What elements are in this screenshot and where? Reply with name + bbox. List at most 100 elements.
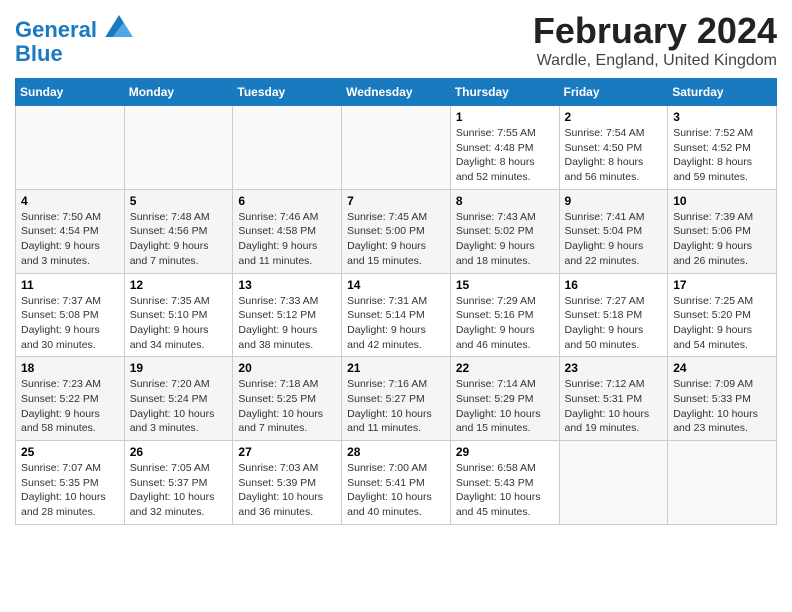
day-number: 18 bbox=[21, 361, 119, 375]
day-number: 8 bbox=[456, 194, 554, 208]
day-info: Sunrise: 7:55 AM Sunset: 4:48 PM Dayligh… bbox=[456, 126, 554, 185]
day-number: 13 bbox=[238, 278, 336, 292]
header: General Blue February 2024 Wardle, Engla… bbox=[15, 10, 777, 70]
calendar-cell: 27 Sunrise: 7:03 AM Sunset: 5:39 PM Dayli… bbox=[233, 441, 342, 525]
calendar-cell bbox=[16, 106, 125, 190]
header-tuesday: Tuesday bbox=[233, 79, 342, 106]
day-info: Sunrise: 7:05 AM Sunset: 5:37 PM Dayligh… bbox=[130, 461, 228, 520]
calendar-body: 1Sunrise: 7:55 AM Sunset: 4:48 PM Daylig… bbox=[16, 106, 777, 525]
day-info: Sunrise: 7:25 AM Sunset: 5:20 PM Dayligh… bbox=[673, 294, 771, 353]
calendar-cell: 28 Sunrise: 7:00 AM Sunset: 5:41 PM Dayli… bbox=[342, 441, 451, 525]
header-thursday: Thursday bbox=[450, 79, 559, 106]
calendar-cell: 10 Sunrise: 7:39 AM Sunset: 5:06 PM Dayli… bbox=[668, 189, 777, 273]
day-number: 5 bbox=[130, 194, 228, 208]
header-sunday: Sunday bbox=[16, 79, 125, 106]
calendar-cell: 25 Sunrise: 7:07 AM Sunset: 5:35 PM Dayli… bbox=[16, 441, 125, 525]
calendar-cell: 13 Sunrise: 7:33 AM Sunset: 5:12 PM Dayli… bbox=[233, 273, 342, 357]
header-row: Sunday Monday Tuesday Wednesday Thursday… bbox=[16, 79, 777, 106]
day-info: Sunrise: 7:39 AM Sunset: 5:06 PM Dayligh… bbox=[673, 210, 771, 269]
day-number: 25 bbox=[21, 445, 119, 459]
day-number: 2 bbox=[565, 110, 663, 124]
day-info: Sunrise: 6:58 AM Sunset: 5:43 PM Dayligh… bbox=[456, 461, 554, 520]
calendar-cell: 20Sunrise: 7:18 AM Sunset: 5:25 PM Dayli… bbox=[233, 357, 342, 441]
calendar-cell: 3 Sunrise: 7:52 AM Sunset: 4:52 PM Daylig… bbox=[668, 106, 777, 190]
calendar-table: Sunday Monday Tuesday Wednesday Thursday… bbox=[15, 78, 777, 525]
calendar-cell bbox=[668, 441, 777, 525]
day-info: Sunrise: 7:23 AM Sunset: 5:22 PM Dayligh… bbox=[21, 377, 119, 436]
day-info: Sunrise: 7:52 AM Sunset: 4:52 PM Dayligh… bbox=[673, 126, 771, 185]
calendar-cell: 29 Sunrise: 6:58 AM Sunset: 5:43 PM Dayli… bbox=[450, 441, 559, 525]
calendar-cell: 15 Sunrise: 7:29 AM Sunset: 5:16 PM Dayli… bbox=[450, 273, 559, 357]
day-info: Sunrise: 7:03 AM Sunset: 5:39 PM Dayligh… bbox=[238, 461, 336, 520]
day-info: Sunrise: 7:43 AM Sunset: 5:02 PM Dayligh… bbox=[456, 210, 554, 269]
logo-blue-text: Blue bbox=[15, 42, 133, 66]
calendar-cell: 12 Sunrise: 7:35 AM Sunset: 5:10 PM Dayli… bbox=[124, 273, 233, 357]
calendar-cell: 26Sunrise: 7:05 AM Sunset: 5:37 PM Dayli… bbox=[124, 441, 233, 525]
day-info: Sunrise: 7:00 AM Sunset: 5:41 PM Dayligh… bbox=[347, 461, 445, 520]
calendar-cell: 2 Sunrise: 7:54 AM Sunset: 4:50 PM Daylig… bbox=[559, 106, 668, 190]
calendar-cell: 18 Sunrise: 7:23 AM Sunset: 5:22 PM Dayli… bbox=[16, 357, 125, 441]
day-number: 12 bbox=[130, 278, 228, 292]
day-number: 3 bbox=[673, 110, 771, 124]
main-title: February 2024 bbox=[533, 10, 777, 52]
calendar-cell: 1Sunrise: 7:55 AM Sunset: 4:48 PM Daylig… bbox=[450, 106, 559, 190]
calendar-cell: 24 Sunrise: 7:09 AM Sunset: 5:33 PM Dayli… bbox=[668, 357, 777, 441]
day-info: Sunrise: 7:14 AM Sunset: 5:29 PM Dayligh… bbox=[456, 377, 554, 436]
day-number: 22 bbox=[456, 361, 554, 375]
day-number: 17 bbox=[673, 278, 771, 292]
day-info: Sunrise: 7:27 AM Sunset: 5:18 PM Dayligh… bbox=[565, 294, 663, 353]
calendar-cell: 16 Sunrise: 7:27 AM Sunset: 5:18 PM Dayli… bbox=[559, 273, 668, 357]
day-info: Sunrise: 7:07 AM Sunset: 5:35 PM Dayligh… bbox=[21, 461, 119, 520]
calendar-cell: 7Sunrise: 7:45 AM Sunset: 5:00 PM Daylig… bbox=[342, 189, 451, 273]
calendar-cell: 21 Sunrise: 7:16 AM Sunset: 5:27 PM Dayli… bbox=[342, 357, 451, 441]
day-info: Sunrise: 7:33 AM Sunset: 5:12 PM Dayligh… bbox=[238, 294, 336, 353]
header-wednesday: Wednesday bbox=[342, 79, 451, 106]
header-monday: Monday bbox=[124, 79, 233, 106]
week-row-2: 11Sunrise: 7:37 AM Sunset: 5:08 PM Dayli… bbox=[16, 273, 777, 357]
logo: General Blue bbox=[15, 18, 133, 66]
calendar-cell: 22 Sunrise: 7:14 AM Sunset: 5:29 PM Dayli… bbox=[450, 357, 559, 441]
calendar-cell: 14 Sunrise: 7:31 AM Sunset: 5:14 PM Dayli… bbox=[342, 273, 451, 357]
calendar-cell: 8 Sunrise: 7:43 AM Sunset: 5:02 PM Daylig… bbox=[450, 189, 559, 273]
week-row-0: 1Sunrise: 7:55 AM Sunset: 4:48 PM Daylig… bbox=[16, 106, 777, 190]
day-info: Sunrise: 7:31 AM Sunset: 5:14 PM Dayligh… bbox=[347, 294, 445, 353]
calendar-cell bbox=[559, 441, 668, 525]
day-info: Sunrise: 7:35 AM Sunset: 5:10 PM Dayligh… bbox=[130, 294, 228, 353]
day-info: Sunrise: 7:46 AM Sunset: 4:58 PM Dayligh… bbox=[238, 210, 336, 269]
calendar-cell: 11Sunrise: 7:37 AM Sunset: 5:08 PM Dayli… bbox=[16, 273, 125, 357]
day-number: 4 bbox=[21, 194, 119, 208]
day-number: 10 bbox=[673, 194, 771, 208]
day-number: 21 bbox=[347, 361, 445, 375]
day-number: 23 bbox=[565, 361, 663, 375]
title-area: February 2024 Wardle, England, United Ki… bbox=[533, 10, 777, 70]
subtitle: Wardle, England, United Kingdom bbox=[533, 52, 777, 70]
calendar-cell: 17 Sunrise: 7:25 AM Sunset: 5:20 PM Dayli… bbox=[668, 273, 777, 357]
week-row-4: 25 Sunrise: 7:07 AM Sunset: 5:35 PM Dayli… bbox=[16, 441, 777, 525]
day-number: 28 bbox=[347, 445, 445, 459]
day-info: Sunrise: 7:41 AM Sunset: 5:04 PM Dayligh… bbox=[565, 210, 663, 269]
calendar-header: Sunday Monday Tuesday Wednesday Thursday… bbox=[16, 79, 777, 106]
day-number: 7 bbox=[347, 194, 445, 208]
day-number: 9 bbox=[565, 194, 663, 208]
day-number: 16 bbox=[565, 278, 663, 292]
day-number: 11 bbox=[21, 278, 119, 292]
calendar-cell bbox=[233, 106, 342, 190]
day-number: 15 bbox=[456, 278, 554, 292]
calendar-cell: 19Sunrise: 7:20 AM Sunset: 5:24 PM Dayli… bbox=[124, 357, 233, 441]
day-info: Sunrise: 7:20 AM Sunset: 5:24 PM Dayligh… bbox=[130, 377, 228, 436]
day-info: Sunrise: 7:18 AM Sunset: 5:25 PM Dayligh… bbox=[238, 377, 336, 436]
day-number: 24 bbox=[673, 361, 771, 375]
day-info: Sunrise: 7:54 AM Sunset: 4:50 PM Dayligh… bbox=[565, 126, 663, 185]
day-number: 29 bbox=[456, 445, 554, 459]
calendar-cell: 6Sunrise: 7:46 AM Sunset: 4:58 PM Daylig… bbox=[233, 189, 342, 273]
logo-icon bbox=[105, 15, 133, 37]
day-info: Sunrise: 7:16 AM Sunset: 5:27 PM Dayligh… bbox=[347, 377, 445, 436]
day-number: 14 bbox=[347, 278, 445, 292]
week-row-1: 4Sunrise: 7:50 AM Sunset: 4:54 PM Daylig… bbox=[16, 189, 777, 273]
calendar-cell: 9 Sunrise: 7:41 AM Sunset: 5:04 PM Daylig… bbox=[559, 189, 668, 273]
day-info: Sunrise: 7:09 AM Sunset: 5:33 PM Dayligh… bbox=[673, 377, 771, 436]
day-number: 27 bbox=[238, 445, 336, 459]
day-info: Sunrise: 7:29 AM Sunset: 5:16 PM Dayligh… bbox=[456, 294, 554, 353]
week-row-3: 18 Sunrise: 7:23 AM Sunset: 5:22 PM Dayli… bbox=[16, 357, 777, 441]
calendar-cell: 5Sunrise: 7:48 AM Sunset: 4:56 PM Daylig… bbox=[124, 189, 233, 273]
